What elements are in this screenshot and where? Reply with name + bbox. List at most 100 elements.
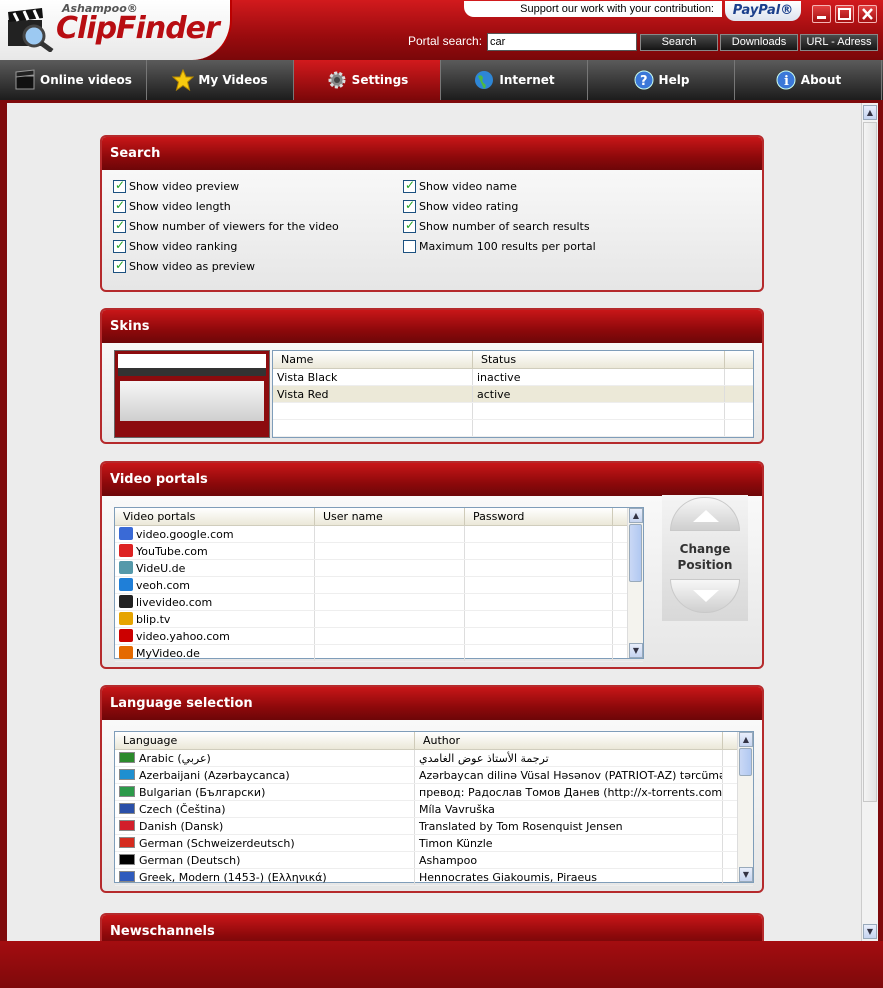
option-show-ranking[interactable]: Show video ranking bbox=[113, 238, 237, 253]
option-show-video-length[interactable]: Show video length bbox=[113, 198, 231, 213]
minimize-button[interactable] bbox=[812, 5, 831, 23]
table-row[interactable]: Arabic (عربي) ترجمة الأستاذ عوض الغامدي bbox=[115, 750, 753, 767]
info-icon: i bbox=[776, 70, 796, 90]
table-row[interactable]: Vista Red active bbox=[273, 386, 753, 403]
language-name: Czech (Čeština) bbox=[139, 803, 226, 816]
user-name-cell[interactable] bbox=[315, 645, 465, 661]
table-row[interactable]: Bulgarian (Български) превод: Радослав То… bbox=[115, 784, 753, 801]
author-cell: Ashampoo bbox=[415, 852, 723, 868]
user-name-cell[interactable] bbox=[315, 526, 465, 542]
scroll-up-icon[interactable]: ▲ bbox=[863, 105, 877, 120]
user-name-cell[interactable] bbox=[315, 560, 465, 576]
paypal-button[interactable]: PayPal® bbox=[725, 1, 801, 21]
password-cell[interactable] bbox=[465, 645, 613, 661]
option-show-video-rating[interactable]: Show video rating bbox=[403, 198, 518, 213]
scroll-up-icon[interactable]: ▲ bbox=[629, 508, 643, 523]
checkbox[interactable] bbox=[113, 198, 126, 213]
checkbox[interactable] bbox=[113, 218, 126, 233]
table-row[interactable]: video.google.com bbox=[115, 526, 643, 543]
main-scrollbar[interactable]: ▲ ▼ bbox=[861, 103, 878, 941]
checkbox[interactable] bbox=[403, 198, 416, 213]
portal-rows: video.google.com YouTube.com VideU.de veoh.… bbox=[115, 526, 643, 662]
table-row[interactable]: Greek, Modern (1453-) (Ελληνικά) Hennocra… bbox=[115, 869, 753, 886]
search-button[interactable]: Search bbox=[640, 34, 718, 51]
password-cell[interactable] bbox=[465, 577, 613, 593]
author-cell: Azərbaycan dilinə Vüsal Həsənov (PATRIOT… bbox=[415, 767, 723, 783]
scroll-down-icon[interactable]: ▼ bbox=[629, 643, 643, 658]
table-row[interactable]: Azerbaijani (Azərbaycanca) Azərbaycan dil… bbox=[115, 767, 753, 784]
checkbox[interactable] bbox=[113, 178, 126, 193]
move-down-button[interactable] bbox=[670, 579, 740, 613]
user-name-cell[interactable] bbox=[315, 611, 465, 627]
tab-online-videos[interactable]: Online videos bbox=[0, 60, 147, 100]
password-cell[interactable] bbox=[465, 560, 613, 576]
option-show-result-count[interactable]: Show number of search results bbox=[403, 218, 590, 233]
password-cell[interactable] bbox=[465, 628, 613, 644]
tab-help[interactable]: ? Help bbox=[588, 60, 735, 100]
password-cell[interactable] bbox=[465, 543, 613, 559]
password-cell[interactable] bbox=[465, 526, 613, 542]
scroll-down-icon[interactable]: ▼ bbox=[863, 924, 877, 939]
option-show-video-name[interactable]: Show video name bbox=[403, 178, 517, 193]
password-cell[interactable] bbox=[465, 611, 613, 627]
option-max-100-results[interactable]: Maximum 100 results per portal bbox=[403, 240, 596, 253]
checkbox[interactable] bbox=[403, 218, 416, 233]
tab-settings[interactable]: Settings bbox=[294, 60, 441, 100]
scroll-thumb[interactable] bbox=[739, 748, 752, 776]
flag-icon bbox=[119, 854, 135, 865]
column-user-name[interactable]: User name bbox=[315, 508, 465, 525]
scroll-down-icon[interactable]: ▼ bbox=[739, 867, 753, 882]
close-button[interactable] bbox=[858, 5, 877, 23]
table-row[interactable]: MyVideo.de bbox=[115, 645, 643, 662]
table-row[interactable]: VideU.de bbox=[115, 560, 643, 577]
checkbox[interactable] bbox=[113, 258, 126, 273]
user-name-cell[interactable] bbox=[315, 577, 465, 593]
scroll-thumb[interactable] bbox=[629, 524, 642, 582]
column-video-portals[interactable]: Video portals bbox=[115, 508, 315, 525]
password-cell[interactable] bbox=[465, 594, 613, 610]
language-scrollbar[interactable]: ▲ ▼ bbox=[737, 732, 753, 882]
table-row[interactable]: Vista Black inactive bbox=[273, 369, 753, 386]
language-cell: German (Deutsch) bbox=[115, 852, 415, 868]
column-status[interactable]: Status bbox=[473, 351, 725, 368]
table-row[interactable]: Czech (Čeština) Míla Vavruška bbox=[115, 801, 753, 818]
tab-internet[interactable]: Internet bbox=[441, 60, 588, 100]
portals-scrollbar[interactable]: ▲ ▼ bbox=[627, 508, 643, 658]
checkbox[interactable] bbox=[403, 178, 416, 193]
portal-name: YouTube.com bbox=[136, 545, 208, 558]
table-row[interactable]: veoh.com bbox=[115, 577, 643, 594]
table-row[interactable]: German (Deutsch) Ashampoo bbox=[115, 852, 753, 869]
column-password[interactable]: Password bbox=[465, 508, 613, 525]
table-row[interactable]: YouTube.com bbox=[115, 543, 643, 560]
downloads-button[interactable]: Downloads bbox=[720, 34, 798, 51]
table-row[interactable]: video.yahoo.com bbox=[115, 628, 643, 645]
language-cell: Czech (Čeština) bbox=[115, 801, 415, 817]
user-name-cell[interactable] bbox=[315, 594, 465, 610]
maximize-button[interactable] bbox=[835, 5, 854, 23]
checkbox[interactable] bbox=[113, 238, 126, 253]
url-address-button[interactable]: URL - Adress bbox=[800, 34, 878, 51]
portal-name: video.yahoo.com bbox=[136, 630, 230, 643]
option-label: Show video as preview bbox=[129, 260, 256, 273]
option-label: Show number of viewers for the video bbox=[129, 220, 339, 233]
tab-my-videos[interactable]: My Videos bbox=[147, 60, 294, 100]
scroll-thumb[interactable] bbox=[863, 122, 877, 802]
table-row[interactable]: livevideo.com bbox=[115, 594, 643, 611]
column-author[interactable]: Author bbox=[415, 732, 723, 749]
user-name-cell[interactable] bbox=[315, 543, 465, 559]
portal-search-input[interactable] bbox=[487, 33, 637, 51]
option-show-as-preview[interactable]: Show video as preview bbox=[113, 258, 256, 273]
tv-icon bbox=[119, 595, 133, 608]
column-language[interactable]: Language bbox=[115, 732, 415, 749]
move-up-button[interactable] bbox=[670, 497, 740, 531]
column-name[interactable]: Name bbox=[273, 351, 473, 368]
option-show-video-preview[interactable]: Show video preview bbox=[113, 178, 239, 193]
option-show-viewers[interactable]: Show number of viewers for the video bbox=[113, 218, 339, 233]
table-row[interactable]: Danish (Dansk) Translated by Tom Rosenqui… bbox=[115, 818, 753, 835]
checkbox[interactable] bbox=[403, 240, 416, 253]
table-row[interactable]: blip.tv bbox=[115, 611, 643, 628]
table-row[interactable]: German (Schweizerdeutsch) Timon Künzle bbox=[115, 835, 753, 852]
user-name-cell[interactable] bbox=[315, 628, 465, 644]
scroll-up-icon[interactable]: ▲ bbox=[739, 732, 753, 747]
tab-about[interactable]: i About bbox=[735, 60, 882, 100]
